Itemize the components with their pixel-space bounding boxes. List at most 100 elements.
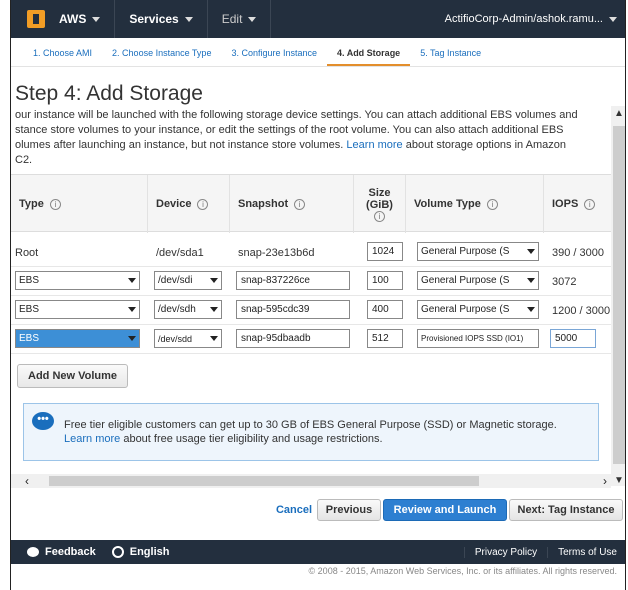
select-value: Provisioned IOPS SSD (IO1): [421, 334, 524, 343]
feedback-link[interactable]: Feedback: [27, 546, 96, 558]
table-row: EBS /dev/sdh snap-595cdc39 400 General P…: [11, 296, 611, 325]
header-iops: IOPS i: [544, 175, 611, 233]
header-device: Device i: [148, 175, 230, 233]
volume-type-select[interactable]: Provisioned IOPS SSD (IO1): [417, 329, 539, 348]
info-icon[interactable]: i: [486, 198, 498, 210]
info-icon[interactable]: i: [584, 198, 596, 210]
header-label: Snapshot: [238, 198, 289, 210]
scroll-down-icon[interactable]: ▼: [614, 475, 624, 486]
info-icon[interactable]: i: [197, 198, 209, 210]
services-menu[interactable]: Services: [115, 0, 208, 38]
notice-line-text: about free usage tier eligibility and us…: [123, 433, 383, 445]
select-value: General Purpose (S: [421, 304, 510, 315]
chevron-down-icon: [184, 16, 193, 22]
type-select[interactable]: EBS: [15, 300, 140, 319]
desc-line: our instance will be launched with the f…: [15, 109, 578, 121]
info-icon[interactable]: i: [294, 198, 306, 210]
chevron-down-icon: [609, 16, 617, 22]
select-value: General Purpose (S: [421, 275, 510, 286]
type-select[interactable]: EBS: [15, 271, 140, 290]
storage-table: Type i Device i Snapshot i Size (GiB) i Vol…: [11, 174, 611, 354]
device-select[interactable]: /dev/sdd: [154, 329, 222, 348]
edit-menu[interactable]: Edit: [208, 0, 272, 38]
globe-icon: [111, 546, 124, 558]
snapshot-input[interactable]: snap-95dbaadb: [236, 329, 350, 348]
scroll-left-icon[interactable]: ‹: [25, 474, 29, 488]
snapshot-input[interactable]: snap-837226ce: [236, 271, 350, 290]
scroll-thumb[interactable]: [49, 476, 479, 486]
vertical-scrollbar[interactable]: ▲ ▼: [611, 106, 625, 486]
select-value: /dev/sdd: [158, 333, 193, 344]
device-select[interactable]: /dev/sdi: [154, 271, 222, 290]
type-select[interactable]: EBS: [15, 329, 140, 348]
privacy-policy-link[interactable]: Privacy Policy: [463, 546, 547, 558]
scroll-up-icon[interactable]: ▲: [614, 108, 624, 119]
previous-button[interactable]: Previous: [317, 499, 381, 521]
iops-value: 3072: [552, 275, 577, 288]
table-row: EBS /dev/sdi snap-837226ce 100 General P…: [11, 267, 611, 296]
header-snapshot: Snapshot i: [230, 175, 354, 233]
chevron-down-icon: [248, 16, 257, 22]
step-add-storage[interactable]: 4. Add Storage: [327, 44, 411, 66]
iops-value: 1200 / 3000: [552, 304, 611, 317]
aws-cube-icon[interactable]: [27, 10, 45, 28]
size-input[interactable]: 100: [367, 271, 403, 290]
info-icon[interactable]: i: [49, 198, 61, 210]
volume-type-select[interactable]: General Purpose (S: [417, 271, 539, 290]
step-choose-instance-type[interactable]: 2. Choose Instance Type: [102, 44, 221, 66]
select-value: /dev/sdh: [158, 304, 196, 315]
language-label: English: [129, 546, 170, 558]
feedback-label: Feedback: [45, 546, 96, 558]
cancel-button[interactable]: Cancel: [269, 499, 319, 521]
header-label: (GiB): [366, 198, 393, 211]
add-new-volume-button[interactable]: Add New Volume: [17, 364, 129, 388]
browser-frame: AWS Services Edit ActifioCorp-Admin/asho…: [10, 0, 626, 590]
table-row: Root /dev/sda1 snap-23e13b6d 1024 Genera…: [11, 238, 611, 267]
select-value: EBS: [19, 275, 40, 286]
step-choose-ami[interactable]: 1. Choose AMI: [23, 44, 102, 66]
aws-menu[interactable]: AWS: [45, 0, 116, 38]
language-selector[interactable]: English: [111, 546, 170, 558]
size-input[interactable]: 512: [367, 329, 403, 348]
desc-line: C2.: [15, 154, 33, 166]
notice-line: Free tier eligible customers can get up …: [64, 419, 557, 431]
feedback-icon: [27, 547, 39, 557]
select-value: EBS: [19, 333, 40, 344]
size-input[interactable]: 400: [367, 300, 403, 319]
scroll-right-icon[interactable]: ›: [603, 474, 607, 488]
iops-input[interactable]: 5000: [550, 329, 596, 348]
horizontal-scrollbar[interactable]: ‹ ›: [11, 474, 611, 488]
next-tag-instance-button[interactable]: Next: Tag Instance: [509, 499, 623, 521]
steps-divider: [11, 66, 625, 67]
select-value: /dev/sdi: [158, 275, 193, 286]
chat-bubble-icon: •••: [32, 412, 54, 430]
free-tier-notice: ••• Free tier eligible customers can get…: [23, 403, 599, 461]
scroll-thumb[interactable]: [613, 126, 625, 464]
header-label: Size: [368, 186, 391, 199]
size-input[interactable]: 1024: [367, 242, 403, 261]
chevron-down-icon: [128, 307, 136, 312]
review-and-launch-button[interactable]: Review and Launch: [383, 499, 507, 521]
account-menu[interactable]: ActifioCorp-Admin/ashok.ramu...: [445, 13, 625, 25]
volume-type-select[interactable]: General Purpose (S: [417, 242, 539, 261]
learn-more-link[interactable]: Learn more: [346, 139, 402, 151]
services-label: Services: [129, 12, 179, 26]
terms-of-use-link[interactable]: Terms of Use: [547, 546, 625, 558]
type-value: Root: [15, 246, 39, 259]
device-select[interactable]: /dev/sdh: [154, 300, 222, 319]
chevron-down-icon: [210, 307, 218, 312]
main-content: Step 4: Add Storage our instance will be…: [11, 78, 625, 490]
volume-type-select[interactable]: General Purpose (S: [417, 300, 539, 319]
info-icon[interactable]: i: [374, 210, 385, 222]
chevron-down-icon: [210, 336, 218, 341]
chevron-down-icon: [128, 336, 136, 341]
snapshot-input[interactable]: snap-595cdc39: [236, 300, 350, 319]
step-tag-instance[interactable]: 5. Tag Instance: [410, 44, 491, 66]
console-footer: Feedback English Privacy Policy Terms of…: [11, 540, 625, 564]
header-label: Type: [19, 198, 44, 210]
notice-line: Learn more about free usage tier eligibi…: [64, 432, 584, 446]
device-value: /dev/sda1: [156, 246, 204, 259]
step-configure-instance[interactable]: 3. Configure Instance: [221, 44, 327, 66]
chevron-down-icon: [92, 16, 101, 22]
learn-more-link[interactable]: Learn more: [64, 433, 120, 445]
